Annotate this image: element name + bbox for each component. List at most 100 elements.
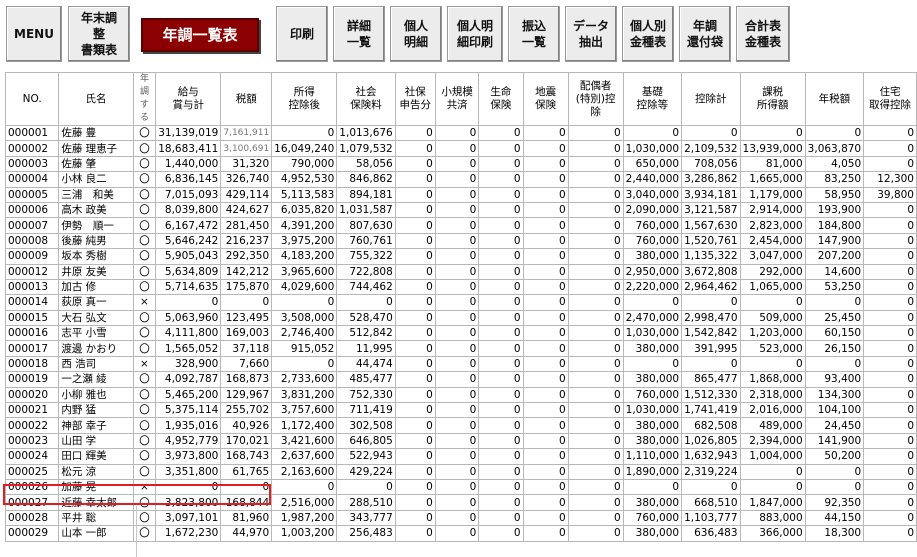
personal-detail-print-button[interactable]: 個人明 細印刷 [447,6,503,62]
table-row[interactable]: 000020 小柳 雅也〇 5,465,200 129,967 3,831,200 752… [4,386,917,404]
table-row[interactable]: 000013 加古 修〇 5,714,635 175,870 4,029,600 744,… [4,278,917,296]
table-row[interactable]: 000024 田口 輝美〇 3,973,800 168,743 2,637,600 522… [4,448,917,465]
column-header[interactable]: 社保 申告分 [394,72,436,126]
detail-list-button[interactable]: 詳細 一覧 [333,6,385,62]
table-row[interactable]: 000023 山田 学〇 4,952,779 170,021 3,421,600 646,… [4,432,917,450]
year-end-flag[interactable]: 〇 [132,402,157,419]
column-header[interactable]: 小規模 共済 [434,72,480,126]
year-end-flag[interactable]: 〇 [132,325,157,342]
year-end-flag[interactable]: 〇 [132,432,157,450]
year-end-flag[interactable]: × [132,478,157,496]
table-row[interactable]: 000028 平井 聡〇 3,097,101 81,960 1,987,200 343,7… [4,509,917,527]
table-row[interactable]: 000029 山本 一郎〇 1,672,230 44,970 1,003,200 256,… [4,525,917,542]
year-end-flag[interactable]: 〇 [132,186,157,203]
year-end-flag[interactable]: 〇 [132,217,157,234]
amount-cell: 44,150 [804,509,865,527]
amount-cell: 0 [681,478,741,496]
year-end-docs-button[interactable]: 年末調 整 書類表 [68,6,130,62]
personal-detail-button[interactable]: 個人 明細 [390,6,442,62]
personal-amount-button[interactable]: 個人別 金種表 [622,6,674,62]
table-row[interactable]: 000005 三浦 和美〇 7,015,093 429,114 5,113,583 894… [4,186,917,203]
year-end-flag[interactable]: 〇 [132,309,157,327]
amount-cell: 0 [804,124,865,142]
amount-cell: 0 [394,278,436,296]
table-row[interactable]: 000009 坂本 秀樹〇 5,905,043 292,350 4,183,200 755… [4,248,917,265]
amount-cell: 3,286,862 [681,171,741,188]
data-extract-button[interactable]: データ 抽出 [565,6,617,62]
column-header[interactable]: 給与 賞与計 [155,72,222,126]
column-header[interactable]: NO. [4,72,60,126]
column-header[interactable]: 税額 [220,72,273,126]
column-header[interactable]: 年調 する [132,72,157,126]
amount-cell: 0 [434,309,480,327]
refund-envelope-button[interactable]: 年調 還付袋 [679,6,731,62]
amount-cell: 0 [863,340,917,357]
year-end-flag[interactable]: 〇 [132,124,157,142]
transfer-list-button[interactable]: 振込 一覧 [508,6,560,62]
year-end-flag[interactable]: 〇 [132,463,157,480]
table-row[interactable]: 000018 西 浩司 × 328,900 7,660 0 44,474 0 0 0 0 0 0 0 0 0 0 [4,355,917,373]
year-end-flag[interactable]: 〇 [132,340,157,357]
year-end-flag[interactable]: 〇 [132,448,157,465]
amount-cell: 0 [567,201,624,219]
amount-cell: 0 [567,340,624,357]
table-row[interactable]: 000006 高木 政美〇 8,039,800 424,627 6,035,820 1,0… [4,201,917,219]
column-header[interactable]: 課税 所得額 [739,72,806,126]
column-header[interactable]: 氏名 [58,72,134,126]
print-button[interactable]: 印刷 [276,6,328,62]
amount-cell: 2,637,600 [271,448,338,465]
year-end-flag[interactable]: 〇 [132,263,157,280]
year-end-flag[interactable]: 〇 [132,417,157,434]
year-end-flag[interactable]: 〇 [132,155,157,173]
total-amount-button[interactable]: 合計表 金種表 [736,6,790,62]
amount-cell: 2,220,000 [622,278,683,296]
year-end-flag[interactable]: × [132,294,157,311]
amount-cell: 170,021 [220,432,273,450]
table-row[interactable]: 000021 内野 猛〇 5,375,114 255,702 3,757,600 711,… [4,402,917,419]
year-end-flag[interactable]: 〇 [132,278,157,296]
table-row[interactable]: 000025 松元 涼〇 3,351,800 61,765 2,163,600 429,2… [4,463,917,480]
table-row[interactable]: 000016 志平 小雪〇 4,111,800 169,003 2,746,400 512… [4,325,917,342]
table-row[interactable]: 000022 神部 幸子〇 1,935,016 40,926 1,172,400 302,… [4,417,917,434]
amount-cell: 0 [522,463,569,480]
column-header[interactable]: 住宅 取得控除 [863,72,917,126]
table-row[interactable]: 000015 大石 弘文〇 5,063,960 123,495 3,508,000 528… [4,309,917,327]
table-row[interactable]: 000014 荻原 真一 × 0 0 0 0 0 0 0 0 0 0 0 0 0 0 [4,294,917,311]
table-row[interactable]: 000007 伊勢 順一〇 6,167,472 281,450 4,391,200 807… [4,217,917,234]
table-row[interactable]: 000004 小林 良二〇 6,836,145 326,740 4,952,530 846… [4,171,917,188]
year-end-flag[interactable]: 〇 [132,232,157,250]
employee-no: 000004 [4,171,60,188]
menu-button[interactable]: MENU [6,6,62,62]
table-row[interactable]: 000012 井原 友美〇 5,634,809 142,212 3,965,600 722… [4,263,917,280]
year-end-flag[interactable]: 〇 [132,386,157,404]
year-end-flag[interactable]: 〇 [132,371,157,388]
column-header[interactable]: 控除計 [681,72,741,126]
table-row[interactable]: 000017 渡邊 かおり〇 1,565,052 37,118 915,052 11,99… [4,340,917,357]
table-row[interactable]: 000027 近藤 幸太郎〇 3,823,800 168,844 2,516,000 28… [4,494,917,511]
amount-cell: 1,013,676 [336,124,396,142]
table-row[interactable]: 000026 加藤 晃 × 0 0 0 0 0 0 0 0 0 0 0 0 0 0 [4,478,917,496]
amount-cell: 31,139,019 [155,124,222,142]
table-row[interactable]: 000003 佐藤 肇〇 1,440,000 31,320 790,000 58,056 0… [4,155,917,173]
amount-cell: 0 [522,525,569,542]
year-end-flag[interactable]: × [132,355,157,373]
table-row[interactable]: 000002 佐藤 理恵子〇 18,683,411 3,100,691 16,049,2… [4,140,917,157]
table-row[interactable]: 000001 佐藤 豊〇 31,139,019 7,161,911 0 1,013,676… [4,124,917,142]
year-end-flag[interactable]: 〇 [132,171,157,188]
year-end-flag[interactable]: 〇 [132,201,157,219]
amount-cell: 0 [434,448,480,465]
year-end-flag[interactable]: 〇 [132,248,157,265]
list-button[interactable]: 年調一覧表 [141,18,259,52]
amount-cell: 1,847,000 [739,494,806,511]
column-header[interactable]: 所得 控除後 [271,72,338,126]
column-header[interactable]: 基礎 控除等 [622,72,683,126]
table-row[interactable]: 000019 一之瀬 綾〇 4,092,787 168,873 2,733,600 485… [4,371,917,388]
column-header[interactable]: 社会 保険料 [336,72,396,126]
column-header[interactable]: 生命 保険 [478,72,524,126]
column-header[interactable]: 年税額 [804,72,865,126]
table-row[interactable]: 000008 後藤 純男〇 5,646,242 216,237 3,975,200 760… [4,232,917,250]
column-header[interactable]: 配偶者 (特別)控除 [567,72,624,126]
amount-cell: 0 [478,509,524,527]
column-header[interactable]: 地震 保険 [522,72,569,126]
year-end-flag[interactable]: 〇 [132,140,157,157]
